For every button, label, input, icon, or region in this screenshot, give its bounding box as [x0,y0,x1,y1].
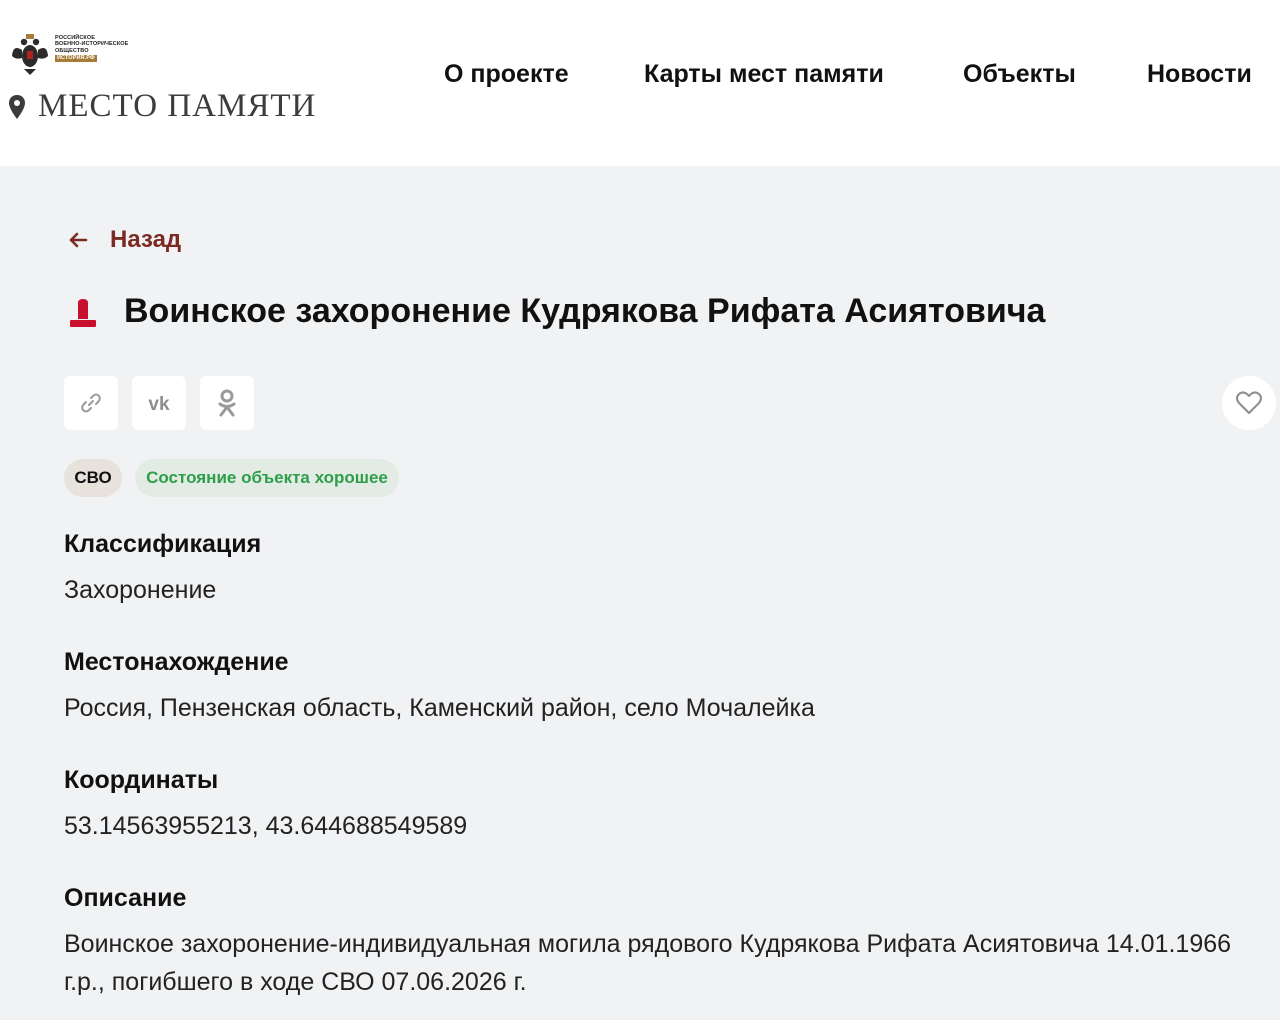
section-label: Классификация [64,530,262,558]
section-label: Координаты [64,766,219,794]
org-name-line: ВОЕННО-ИСТОРИЧЕСКОЕ [55,41,129,48]
odnoklassniki-icon [218,389,236,417]
vk-icon: vk [148,394,170,413]
main-nav: О проекте Карты мест памяти Объекты Ново… [0,60,1280,92]
description-section: Описание Воинское захоронение-индивидуал… [64,884,1244,1001]
back-link[interactable]: Назад [68,226,181,254]
link-icon [81,393,101,413]
location-section: Местонахождение Россия, Пензенская облас… [64,648,1244,727]
nav-about[interactable]: О проекте [444,60,569,89]
section-label: Местонахождение [64,648,289,676]
nav-news[interactable]: Новости [1147,60,1252,89]
section-value: Россия, Пензенская область, Каменский ра… [64,694,815,722]
page-title-row: Воинское захоронение Кудрякова Рифата Ас… [66,292,1045,331]
favorite-button[interactable] [1222,376,1276,430]
svg-text:vk: vk [148,394,170,413]
grave-marker-icon [70,298,96,327]
section-value: 53.14563955213, 43.644688549589 [64,812,468,840]
site-name: МЕСТО ПАМЯТИ [38,88,317,124]
section-value: Захоронение [64,576,217,604]
share-vk-button[interactable]: vk [132,376,186,430]
share-ok-button[interactable] [200,376,254,430]
nav-memory-maps[interactable]: Карты мест памяти [644,60,884,89]
site-logo[interactable]: МЕСТО ПАМЯТИ [8,88,316,125]
site-header: РОССИЙСКОЕ ВОЕННО-ИСТОРИЧЕСКОЕ ОБЩЕСТВО … [0,0,1280,166]
svo-tag: СВО [64,459,122,497]
page-title: Воинское захоронение Кудрякова Рифата Ас… [124,292,1046,330]
coordinates-section: Координаты 53.14563955213, 43.6446885495… [64,766,1244,845]
classification-section: Классификация Захоронение [64,530,1244,609]
back-label: Назад [110,226,182,253]
copy-link-button[interactable] [64,376,118,430]
status-badge: Состояние объекта хорошее [135,459,399,497]
heart-icon [1236,391,1262,414]
map-pin-icon [9,94,25,119]
arrow-left-icon [69,232,88,248]
nav-objects[interactable]: Объекты [963,60,1076,89]
section-label: Описание [64,884,187,912]
section-value: Воинское захоронение-индивидуальная моги… [64,930,1232,996]
org-name: РОССИЙСКОЕ ВОЕННО-ИСТОРИЧЕСКОЕ ОБЩЕСТВО … [55,35,128,62]
